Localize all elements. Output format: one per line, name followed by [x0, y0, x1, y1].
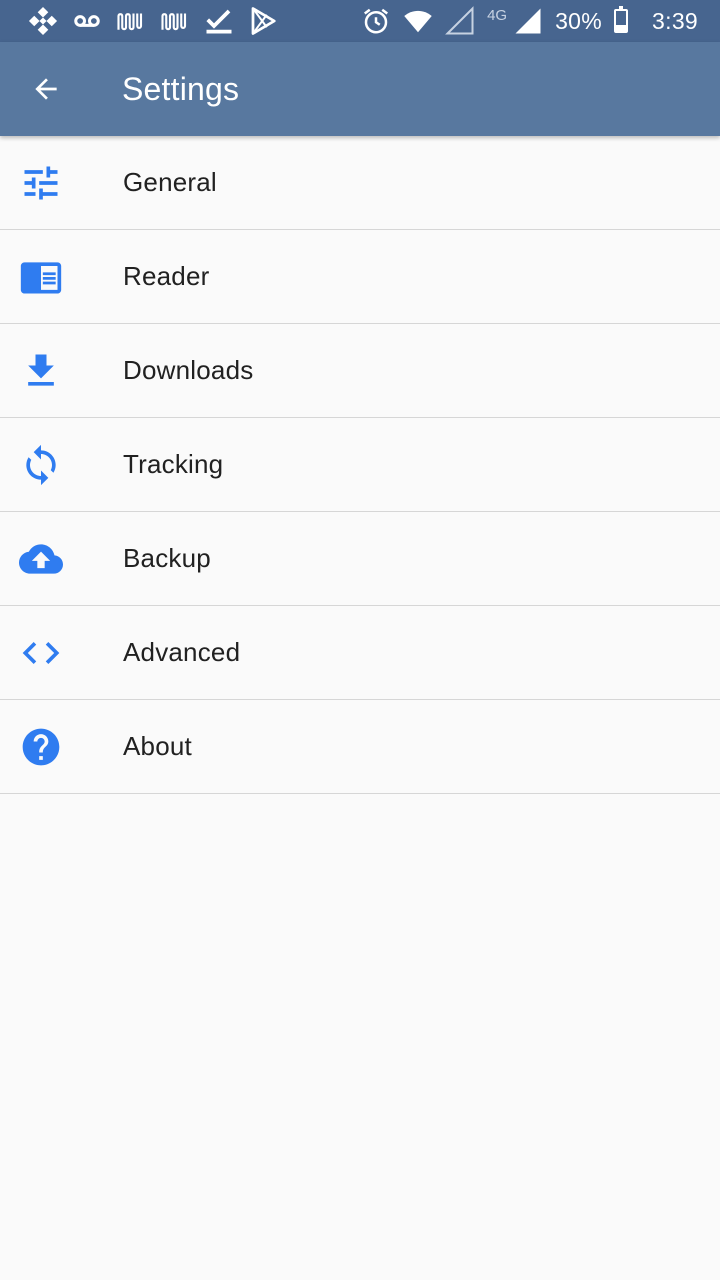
binance-icon [28, 6, 58, 36]
settings-item-general[interactable]: General [0, 136, 720, 230]
battery-icon [614, 6, 629, 33]
settings-item-label: Reader [123, 261, 210, 291]
settings-item-backup[interactable]: Backup [0, 512, 720, 606]
network-type: 4G [487, 6, 508, 24]
back-button[interactable] [16, 59, 76, 119]
settings-item-label: Tracking [123, 449, 224, 479]
battery-percent: 30% [555, 7, 603, 34]
code-icon [17, 629, 65, 677]
status-bar: 4G 30% 3:39 [0, 0, 720, 42]
settings-item-label: Advanced [123, 637, 241, 667]
arrow-back-icon [35, 78, 57, 100]
help-icon [17, 723, 65, 771]
tune-icon [17, 159, 65, 207]
signal-full-icon [513, 6, 543, 36]
page-title: Settings [122, 70, 240, 107]
chrome-reader-icon [17, 253, 65, 301]
settings-item-reader[interactable]: Reader [0, 230, 720, 324]
settings-item-label: General [123, 167, 217, 197]
wifi-icon [403, 6, 433, 36]
clock: 3:39 [652, 7, 698, 34]
sync-icon [17, 441, 65, 489]
play-store-icon [248, 6, 278, 36]
settings-item-about[interactable]: About [0, 700, 720, 794]
battery-level [616, 25, 627, 31]
settings-item-advanced[interactable]: Advanced [0, 606, 720, 700]
app-notification-icon [116, 6, 146, 36]
cloud-upload-icon [17, 535, 65, 583]
app-bar: Settings [0, 42, 720, 136]
status-bar-system: 4G 30% 3:39 [361, 6, 698, 36]
alarm-icon [361, 6, 391, 36]
settings-item-downloads[interactable]: Downloads [0, 324, 720, 418]
settings-item-label: Downloads [123, 355, 254, 385]
settings-item-label: Backup [123, 543, 211, 573]
download-icon [17, 347, 65, 395]
signal-empty-icon [445, 6, 475, 36]
app-notification-icon [160, 6, 190, 36]
settings-list: General Reader Downloads Tracking Backup… [0, 136, 720, 794]
settings-item-label: About [123, 731, 192, 761]
settings-item-tracking[interactable]: Tracking [0, 418, 720, 512]
check-icon [204, 6, 234, 36]
voicemail-icon [72, 6, 102, 36]
status-bar-notifications [28, 6, 278, 36]
